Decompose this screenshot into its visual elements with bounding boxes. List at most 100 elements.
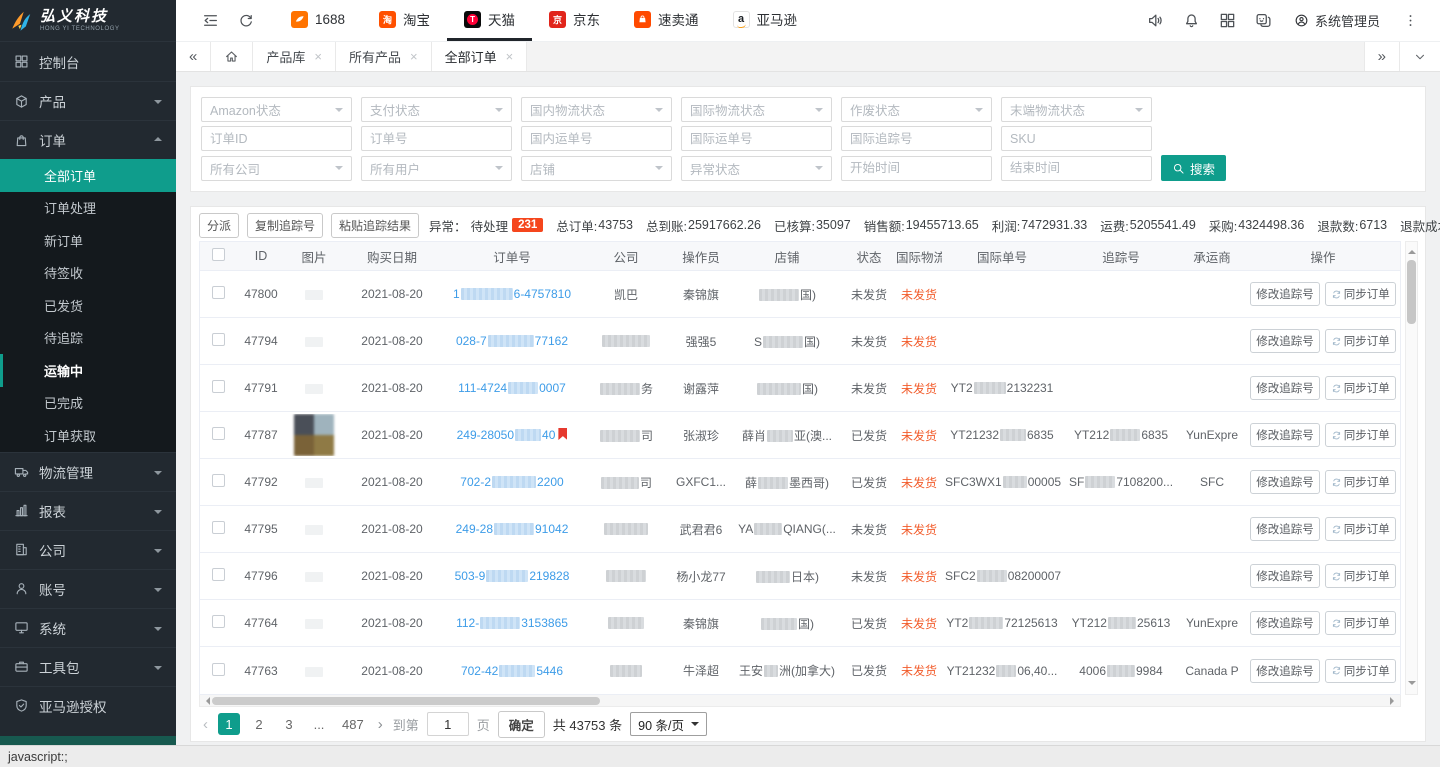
filter-select[interactable]: 支付状态 — [361, 97, 512, 122]
home-icon[interactable] — [211, 42, 253, 71]
marketplace-tab[interactable]: a亚马逊 — [716, 0, 815, 41]
sidebar-subitem[interactable]: 订单处理 — [0, 192, 176, 225]
sidebar-subitem[interactable]: 新订单 — [0, 224, 176, 257]
order-number-link[interactable]: 249-2805040 — [457, 428, 556, 442]
scroll-up-icon[interactable] — [1408, 246, 1416, 254]
order-number-link[interactable]: 503-9219828 — [455, 569, 570, 583]
row-checkbox[interactable] — [212, 663, 225, 676]
switch-icon[interactable] — [1246, 0, 1282, 41]
filter-input[interactable] — [201, 126, 352, 151]
tabs-menu-icon[interactable] — [1399, 42, 1440, 71]
row-checkbox[interactable] — [212, 474, 225, 487]
sync-order-button[interactable]: 同步订单 — [1325, 329, 1396, 353]
toolbar-button[interactable]: 复制追踪号 — [247, 213, 323, 238]
order-number-link[interactable]: 112-3153865 — [456, 616, 568, 630]
confirm-button[interactable]: 确定 — [498, 711, 545, 738]
menu-fold-icon[interactable] — [192, 0, 228, 41]
search-button[interactable]: 搜索 — [1161, 155, 1226, 181]
page-number[interactable]: 3 — [278, 713, 300, 735]
tabs-back-icon[interactable]: « — [176, 42, 211, 71]
sync-order-button[interactable]: 同步订单 — [1325, 470, 1396, 494]
select-all-checkbox[interactable] — [212, 248, 225, 261]
page-tab[interactable]: 所有产品× — [336, 42, 432, 71]
page-number[interactable]: 1 — [218, 713, 240, 735]
sidebar-subitem[interactable]: 待签收 — [0, 257, 176, 290]
edit-tracking-button[interactable]: 修改追踪号 — [1250, 329, 1320, 353]
page-tab[interactable]: 全部订单× — [432, 42, 528, 71]
sync-order-button[interactable]: 同步订单 — [1325, 376, 1396, 400]
row-checkbox[interactable] — [212, 568, 225, 581]
filter-input[interactable] — [361, 126, 512, 151]
row-checkbox[interactable] — [212, 333, 225, 346]
row-checkbox[interactable] — [212, 427, 225, 440]
sync-order-button[interactable]: 同步订单 — [1325, 564, 1396, 588]
bell-icon[interactable] — [1174, 0, 1210, 41]
marketplace-tab[interactable]: 1688 — [274, 0, 362, 41]
marketplace-tab[interactable]: 京京东 — [532, 0, 617, 41]
more-icon[interactable] — [1392, 0, 1428, 41]
horizontal-scroll-thumb[interactable] — [212, 697, 600, 705]
row-checkbox[interactable] — [212, 521, 225, 534]
sidebar-item[interactable]: 系统 — [0, 608, 176, 647]
row-checkbox[interactable] — [212, 380, 225, 393]
order-number-link[interactable]: 16-4757810 — [453, 287, 571, 301]
close-icon[interactable]: × — [314, 49, 322, 64]
sidebar-item[interactable]: 报表 — [0, 491, 176, 530]
sidebar-item[interactable]: 工具包 — [0, 647, 176, 686]
vertical-scroll-thumb[interactable] — [1407, 260, 1416, 324]
sync-order-button[interactable]: 同步订单 — [1325, 659, 1396, 683]
filter-input[interactable] — [1001, 126, 1152, 151]
filter-input[interactable] — [841, 156, 992, 181]
sidebar-subitem[interactable]: 待追踪 — [0, 322, 176, 355]
filter-select[interactable]: 所有公司 — [201, 156, 352, 181]
order-number-link[interactable]: 702-425446 — [461, 664, 563, 678]
close-icon[interactable]: × — [410, 49, 418, 64]
goto-page-input[interactable] — [427, 712, 469, 736]
page-number[interactable]: 487 — [338, 713, 368, 735]
filter-select[interactable]: 所有用户 — [361, 156, 512, 181]
page-tab[interactable]: 产品库× — [253, 42, 336, 71]
marketplace-tab[interactable]: 速卖通 — [617, 0, 716, 41]
toolbar-button[interactable]: 分派 — [199, 213, 239, 238]
edit-tracking-button[interactable]: 修改追踪号 — [1250, 659, 1320, 683]
sidebar-item[interactable]: 账号 — [0, 569, 176, 608]
scroll-right-icon[interactable] — [1390, 697, 1398, 705]
sidebar-item[interactable]: 亚马逊授权 — [0, 686, 176, 725]
prev-page-icon[interactable]: ‹ — [201, 716, 210, 733]
filter-select[interactable]: 国际物流状态 — [681, 97, 832, 122]
edit-tracking-button[interactable]: 修改追踪号 — [1250, 564, 1320, 588]
sync-order-button[interactable]: 同步订单 — [1325, 611, 1396, 635]
user-menu[interactable]: 系统管理员 — [1282, 0, 1392, 41]
filter-input[interactable] — [681, 126, 832, 151]
sidebar-item[interactable]: 公司 — [0, 530, 176, 569]
vertical-scrollbar[interactable] — [1405, 241, 1418, 695]
edit-tracking-button[interactable]: 修改追踪号 — [1250, 611, 1320, 635]
edit-tracking-button[interactable]: 修改追踪号 — [1250, 517, 1320, 541]
sidebar-item[interactable]: 产品 — [0, 81, 176, 120]
filter-select[interactable]: 异常状态 — [681, 156, 832, 181]
toolbar-button[interactable]: 粘贴追踪结果 — [331, 213, 419, 238]
horizontal-scrollbar[interactable] — [199, 695, 1401, 707]
sidebar-subitem[interactable]: 订单获取 — [0, 419, 176, 452]
speaker-icon[interactable] — [1138, 0, 1174, 41]
row-checkbox[interactable] — [212, 615, 225, 628]
filter-select[interactable]: 国内物流状态 — [521, 97, 672, 122]
next-page-icon[interactable]: › — [376, 716, 385, 733]
sidebar-subitem[interactable]: 运输中 — [0, 354, 176, 387]
filter-input[interactable] — [1001, 156, 1152, 181]
edit-tracking-button[interactable]: 修改追踪号 — [1250, 282, 1320, 306]
filter-select[interactable]: 作废状态 — [841, 97, 992, 122]
refresh-icon[interactable] — [228, 0, 264, 41]
marketplace-tab[interactable]: 淘淘宝 — [362, 0, 447, 41]
sidebar-item[interactable]: 物流管理 — [0, 452, 176, 491]
sidebar-subitem[interactable]: 全部订单 — [0, 159, 176, 192]
scroll-left-icon[interactable] — [202, 697, 210, 705]
sidebar-subitem[interactable]: 已发货 — [0, 289, 176, 322]
sidebar-item[interactable]: 订单 — [0, 120, 176, 159]
edit-tracking-button[interactable]: 修改追踪号 — [1250, 376, 1320, 400]
sidebar-subitem[interactable]: 已完成 — [0, 387, 176, 420]
sync-order-button[interactable]: 同步订单 — [1325, 282, 1396, 306]
order-number-link[interactable]: 111-47240007 — [458, 381, 566, 395]
close-icon[interactable]: × — [506, 49, 514, 64]
order-number-link[interactable]: 249-2891042 — [456, 522, 569, 536]
